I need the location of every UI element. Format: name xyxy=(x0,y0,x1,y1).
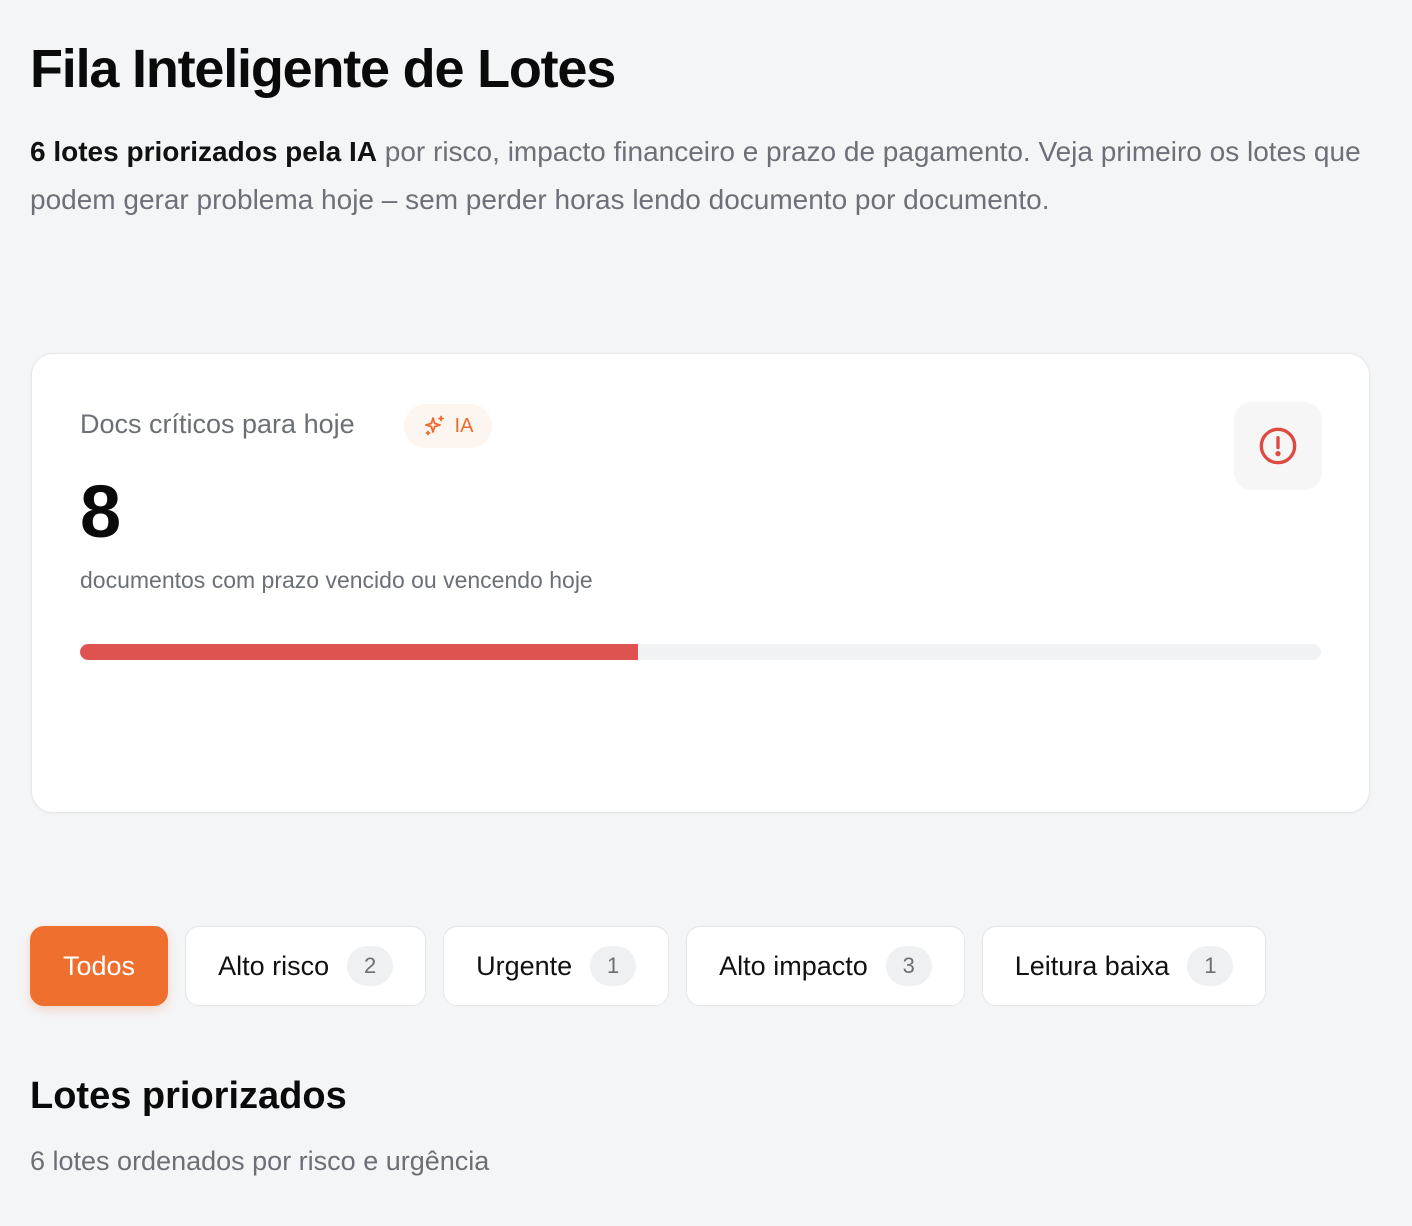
filter-label: Leitura baixa xyxy=(1014,950,1170,981)
section-title: Lotes priorizados xyxy=(30,1075,347,1117)
section-subtitle: 6 lotes ordenados por risco e urgência xyxy=(30,1146,490,1176)
filter-alto-risco[interactable]: Alto risco 2 xyxy=(185,926,427,1006)
alert-box xyxy=(1234,402,1322,490)
filter-count-badge: 3 xyxy=(885,946,932,986)
critical-docs-caption: documentos com prazo vencido ou vencendo… xyxy=(80,567,593,593)
filter-urgente[interactable]: Urgente 1 xyxy=(443,926,670,1006)
page-subtitle-highlight: 6 lotes priorizados pela IA xyxy=(30,136,377,167)
filter-count-badge: 1 xyxy=(590,946,637,986)
page: Fila Inteligente de Lotes 6 lotes priori… xyxy=(0,0,1412,1226)
filter-leitura-baixa[interactable]: Leitura baixa 1 xyxy=(981,926,1267,1006)
filter-count-badge: 1 xyxy=(1187,946,1234,986)
filter-chips: Todos Alto risco 2 Urgente 1 Alto impact… xyxy=(30,926,1267,1006)
critical-docs-card: Docs críticos para hoje IA 8 documentos … xyxy=(31,353,1370,813)
filter-label: Alto risco xyxy=(218,950,330,981)
filter-label: Alto impacto xyxy=(719,950,868,981)
filter-todos[interactable]: Todos xyxy=(30,926,169,1006)
ai-badge-label: IA xyxy=(454,414,474,437)
alert-circle-icon xyxy=(1259,427,1297,465)
page-subtitle: 6 lotes priorizados pela IA por risco, i… xyxy=(30,128,1370,224)
progress-fill xyxy=(80,644,639,660)
critical-docs-progress xyxy=(80,644,1321,660)
filter-count-badge: 2 xyxy=(347,946,394,986)
page-title: Fila Inteligente de Lotes xyxy=(30,39,616,99)
filter-label: Urgente xyxy=(476,950,573,981)
critical-docs-label: Docs críticos para hoje xyxy=(80,409,355,439)
critical-docs-count: 8 xyxy=(80,470,122,553)
sparkles-icon xyxy=(424,415,444,436)
ai-badge: IA xyxy=(404,404,492,448)
filter-label: Todos xyxy=(63,950,136,981)
filter-alto-impacto[interactable]: Alto impacto 3 xyxy=(686,926,965,1006)
